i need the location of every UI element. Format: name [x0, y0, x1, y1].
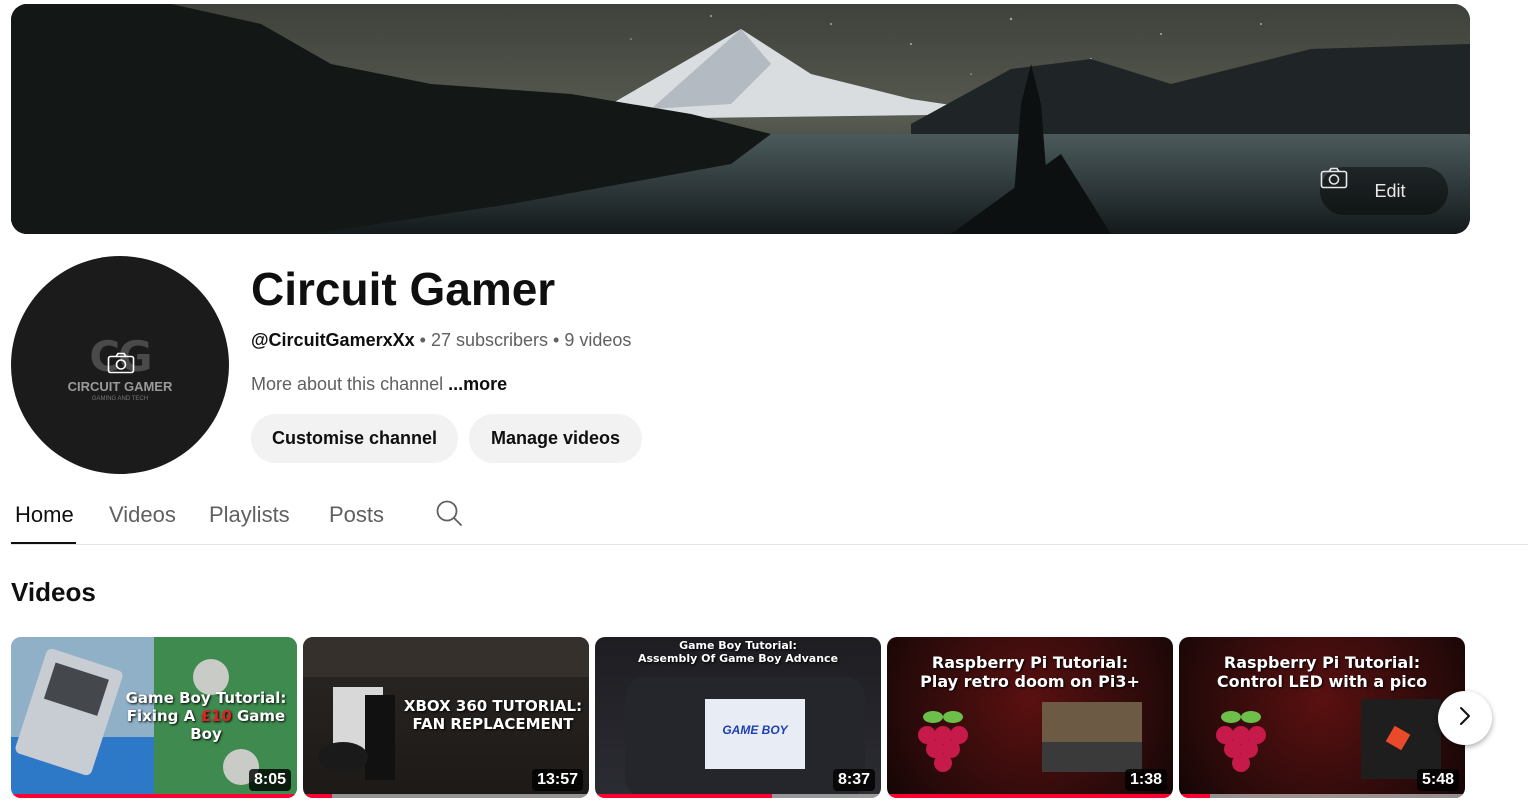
- channel-meta: @CircuitGamerxXx • 27 subscribers • 9 vi…: [251, 330, 631, 351]
- video-duration: 8:37: [832, 769, 875, 791]
- caption-line: Assembly Of Game Boy Advance: [637, 652, 839, 666]
- video-thumbnail[interactable]: Raspberry Pi Tutorial: Control LED with …: [1179, 637, 1465, 798]
- thumbnail-title: Game Boy Tutorial: Fixing A £10 Game Boy: [121, 689, 291, 743]
- watch-progress-fill: [595, 794, 773, 798]
- meta-separator: •: [419, 330, 426, 350]
- thumbnail-title: Game Boy Tutorial: Assembly Of Game Boy …: [635, 639, 841, 665]
- channel-tabs: Home Videos Playlists Posts: [11, 496, 1528, 545]
- about-text: More about this channel: [251, 374, 444, 394]
- raspberry-pi-logo: [918, 711, 968, 772]
- gameboy-logo: GAME BOY: [722, 723, 788, 737]
- video-count: 9 videos: [564, 330, 632, 350]
- thumbnail-title: Raspberry Pi Tutorial: Play retro doom o…: [907, 653, 1153, 691]
- raspberry-pi-logo: [1216, 711, 1266, 772]
- edit-label: Edit: [1374, 180, 1406, 201]
- caption-line: Raspberry Pi Tutorial:: [931, 653, 1129, 672]
- carousel-next-button[interactable]: [1438, 691, 1492, 745]
- watch-progress-fill: [887, 794, 1173, 798]
- caption-line: Control LED with a pico: [1216, 672, 1428, 692]
- tabs-divider: [11, 544, 1528, 545]
- caption-line: FAN REPLACEMENT: [412, 715, 574, 733]
- watch-progress: [303, 794, 589, 798]
- thumbnail-title: XBOX 360 TUTORIAL: FAN REPLACEMENT: [403, 697, 583, 733]
- tab-home[interactable]: Home: [15, 502, 74, 528]
- channel-avatar[interactable]: CG CIRCUIT GAMER GAMING AND TECH: [11, 256, 229, 474]
- channel-about: More about this channel ...more: [251, 374, 507, 395]
- tab-playlists[interactable]: Playlists: [209, 502, 290, 528]
- video-duration: 1:38: [1124, 769, 1167, 791]
- chevron-right-icon: [1456, 705, 1474, 732]
- tab-posts[interactable]: Posts: [329, 502, 384, 528]
- caption-line: Fixing A £10 Game Boy: [121, 707, 291, 743]
- tab-videos[interactable]: Videos: [109, 502, 176, 528]
- video-duration: 8:05: [248, 769, 291, 791]
- edit-banner-button[interactable]: Edit: [1320, 167, 1448, 215]
- caption-price: £10: [200, 707, 232, 725]
- watch-progress: [11, 794, 297, 798]
- watch-progress-fill: [1179, 794, 1211, 798]
- avatar-tagline: GAMING AND TECH: [91, 396, 149, 402]
- watch-progress-fill: [303, 794, 332, 798]
- video-thumbnail[interactable]: XBOX 360 TUTORIAL: FAN REPLACEMENT 13:57: [303, 637, 589, 798]
- video-thumbnail[interactable]: GAME BOY Game Boy Tutorial: Assembly Of …: [595, 637, 881, 798]
- video-thumbnail[interactable]: Raspberry Pi Tutorial: Play retro doom o…: [887, 637, 1173, 798]
- watch-progress: [887, 794, 1173, 798]
- subscriber-count: 27 subscribers: [430, 330, 549, 350]
- banner-landscape-image: [11, 4, 1470, 234]
- caption-text: Fixing A: [126, 707, 201, 725]
- caption-line: Raspberry Pi Tutorial:: [1223, 653, 1421, 672]
- search-icon[interactable]: [435, 499, 463, 532]
- manage-videos-button[interactable]: Manage videos: [469, 414, 642, 463]
- channel-title: Circuit Gamer: [251, 263, 556, 315]
- meta-separator: •: [553, 330, 560, 350]
- section-title: Videos: [11, 577, 96, 607]
- video-duration: 13:57: [532, 769, 583, 791]
- watch-progress: [595, 794, 881, 798]
- customise-channel-button[interactable]: Customise channel: [251, 414, 458, 463]
- camera-icon: [107, 352, 135, 379]
- more-link[interactable]: ...more: [448, 374, 507, 394]
- avatar-channel-name: CIRCUIT GAMER: [67, 379, 173, 394]
- caption-line: XBOX 360 TUTORIAL:: [403, 697, 583, 715]
- channel-banner: Edit: [11, 4, 1470, 234]
- video-duration: 5:48: [1416, 769, 1459, 791]
- watch-progress: [1179, 794, 1465, 798]
- caption-line: Play retro doom on Pi3+: [920, 672, 1140, 692]
- channel-handle: @CircuitGamerxXx: [251, 330, 415, 350]
- caption-line: Game Boy Tutorial:: [679, 639, 797, 652]
- thumbnail-title: Raspberry Pi Tutorial: Control LED with …: [1199, 653, 1445, 691]
- watch-progress-fill: [11, 794, 297, 798]
- caption-line: Game Boy Tutorial:: [125, 689, 287, 707]
- video-thumbnail[interactable]: Game Boy Tutorial: Fixing A £10 Game Boy…: [11, 637, 297, 798]
